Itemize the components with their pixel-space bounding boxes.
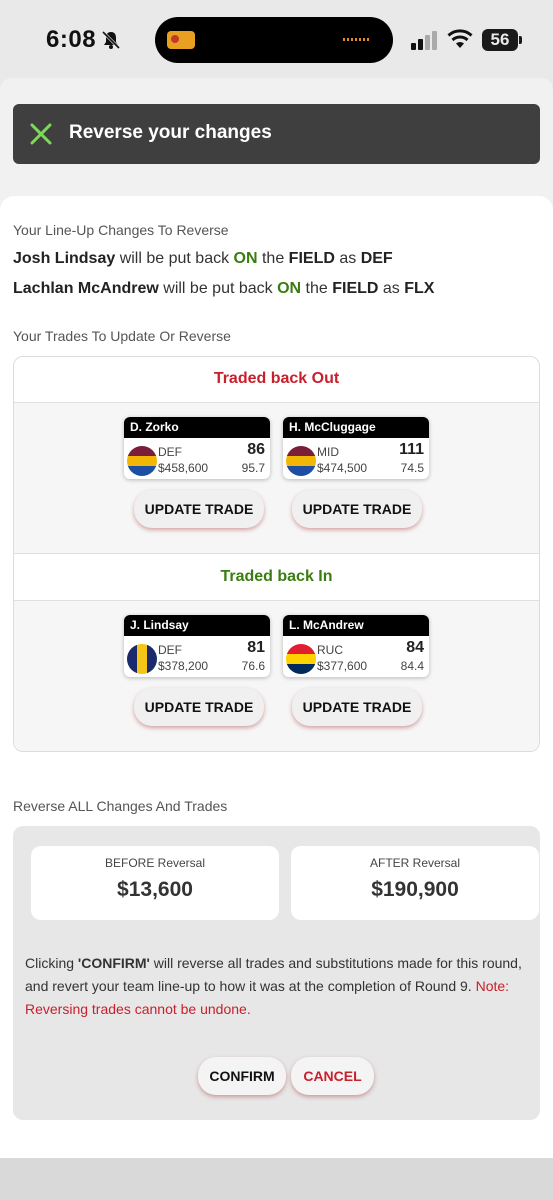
traded-in-section [14,601,539,751]
field-label: FIELD [332,280,379,297]
confirm-keyword: 'CONFIRM' [77,955,150,971]
player-position: MID [317,445,339,459]
bell-slash-icon [101,30,121,50]
traded-out-section [14,403,539,553]
player-card-mccluggage[interactable]: H. McCluggage MID $474,500 111 74.5 [283,417,429,479]
player-card-zorko[interactable]: D. Zorko DEF $458,600 86 95.7 [124,417,270,479]
text: as [378,280,405,297]
player-position: DEF [158,445,182,459]
player-card-mcandrew[interactable]: L. McAndrew RUC $377,600 84 84.4 [283,615,429,677]
player-average: 74.5 [400,461,424,475]
before-reversal-card: BEFORE Reversal $13,600 [31,846,279,920]
team-jersey-icon [127,644,157,674]
close-x-icon[interactable] [29,122,53,146]
player-score: 111 [399,441,424,458]
player-name: H. McCluggage [283,417,429,438]
player-average: 95.7 [241,461,265,475]
player-score: 84 [406,639,424,656]
bottom-bar [0,1158,553,1200]
field-label: FIELD [288,250,335,267]
trades-panel: Traded back Out D. Zorko DEF $458,600 86… [13,356,540,752]
wifi-icon [447,29,473,48]
live-activity-app-icon [167,31,195,49]
reverse-all-heading: Reverse ALL Changes And Trades [13,798,228,814]
traded-in-title: Traded back In [220,568,333,585]
player-name: L. McAndrew [283,615,429,636]
position-label: FLX [404,280,435,297]
before-reversal-label: BEFORE Reversal [104,856,206,870]
update-trade-button[interactable]: UPDATE TRADE [134,688,264,726]
divider [14,553,539,554]
player-position: RUC [317,643,343,657]
player-price: $378,200 [158,659,209,673]
confirm-button[interactable]: CONFIRM [198,1057,286,1095]
lineup-change-2: Lachlan McAndrew will be put back ON the… [13,280,434,298]
player-average: 84.4 [400,659,424,673]
text: the [301,280,333,297]
banner-title: Reverse your changes [69,122,272,143]
battery-icon: 56 [482,29,522,51]
update-trade-button[interactable]: UPDATE TRADE [292,688,422,726]
player-average: 76.6 [241,659,265,673]
player-name: D. Zorko [124,417,270,438]
player-price: $377,600 [317,659,368,673]
after-reversal-value: $190,900 [371,878,459,901]
text: will be put back [115,250,234,267]
activity-dots-icon [343,38,369,41]
cancel-button[interactable]: CANCEL [291,1057,374,1095]
team-jersey-icon [127,446,157,476]
on-label: ON [277,280,302,297]
before-reversal-value: $13,600 [117,878,193,901]
reverse-all-panel: BEFORE Reversal $13,600 AFTER Reversal $… [13,826,540,1120]
traded-out-title: Traded back Out [213,370,340,387]
text: Clicking [25,955,78,971]
player-name: J. Lindsay [124,615,270,636]
position-label: DEF [360,250,393,267]
player-position: DEF [158,643,182,657]
text: the [257,250,289,267]
update-trade-button[interactable]: UPDATE TRADE [134,490,264,528]
player-score: 86 [247,441,265,458]
after-reversal-label: AFTER Reversal [369,856,461,870]
content-card: Your Line-Up Changes To Reverse Josh Lin… [0,196,553,1200]
player-score: 81 [247,639,265,656]
reverse-banner: Reverse your changes [13,104,540,164]
player-price: $474,500 [317,461,368,475]
text: will be put back [158,280,278,297]
trades-heading: Your Trades To Update Or Reverse [13,328,231,344]
on-label: ON [233,250,258,267]
player-price: $458,600 [158,461,209,475]
modal-sheet: Reverse your changes Your Line-Up Change… [0,78,553,1200]
lineup-change-1: Josh Lindsay will be put back ON the FIE… [13,250,393,268]
after-reversal-card: AFTER Reversal $190,900 [291,846,539,920]
player-name: Lachlan McAndrew [13,280,159,297]
status-bar: 6:08 56 [0,0,553,80]
status-time: 6:08 [46,26,97,53]
team-jersey-icon [286,446,316,476]
team-jersey-icon [286,644,316,674]
player-card-lindsay[interactable]: J. Lindsay DEF $378,200 81 76.6 [124,615,270,677]
update-trade-button[interactable]: UPDATE TRADE [292,490,422,528]
player-name: Josh Lindsay [13,250,116,267]
lineup-heading: Your Line-Up Changes To Reverse [13,222,229,238]
signal-icon [411,31,437,50]
dynamic-island [155,17,393,63]
text: as [334,250,361,267]
reverse-description: Clicking 'CONFIRM' will reverse all trad… [25,952,525,1021]
